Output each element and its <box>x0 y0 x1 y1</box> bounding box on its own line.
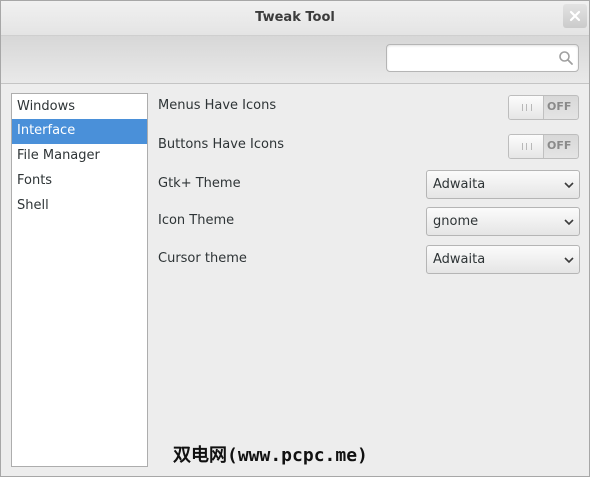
sidebar-item-file-manager[interactable]: File Manager <box>12 144 147 169</box>
dropdown-value: Adwaita <box>433 252 486 267</box>
cursor-theme-dropdown[interactable]: Adwaita <box>426 245 580 274</box>
switch-state-text: OFF <box>547 100 572 113</box>
sidebar-item-shell[interactable]: Shell <box>12 194 147 219</box>
close-button[interactable] <box>563 4 587 28</box>
tweak-tool-window: Tweak Tool Windows Interface File Manage… <box>0 0 590 477</box>
chevron-down-icon <box>564 182 574 189</box>
buttons-have-icons-label: Buttons Have Icons <box>158 137 284 152</box>
dropdown-value: gnome <box>433 214 479 229</box>
chevron-down-icon <box>564 257 574 264</box>
search-icon <box>559 51 573 65</box>
title-bar: Tweak Tool <box>1 1 589 36</box>
gtk-theme-label: Gtk+ Theme <box>158 176 241 191</box>
window-title: Tweak Tool <box>255 10 335 25</box>
search-input[interactable] <box>393 49 557 69</box>
chevron-down-icon <box>564 219 574 226</box>
icon-theme-dropdown[interactable]: gnome <box>426 207 580 236</box>
close-icon <box>569 10 581 22</box>
switch-state-text: OFF <box>547 139 572 152</box>
switch-knob[interactable] <box>509 135 544 158</box>
watermark-text: 双电网(www.pcpc.me) <box>173 445 368 466</box>
cursor-theme-label: Cursor theme <box>158 251 247 266</box>
category-sidebar: Windows Interface File Manager Fonts She… <box>11 93 148 467</box>
grip-icon <box>522 143 532 150</box>
toolbar <box>1 36 589 84</box>
gtk-theme-dropdown[interactable]: Adwaita <box>426 170 580 199</box>
menus-have-icons-switch[interactable]: OFF <box>508 95 579 120</box>
sidebar-item-windows[interactable]: Windows <box>12 95 147 120</box>
sidebar-item-interface[interactable]: Interface <box>12 119 147 144</box>
dropdown-value: Adwaita <box>433 177 486 192</box>
buttons-have-icons-switch[interactable]: OFF <box>508 134 579 159</box>
switch-knob[interactable] <box>509 96 544 119</box>
search-box[interactable] <box>386 44 579 72</box>
icon-theme-label: Icon Theme <box>158 213 235 228</box>
grip-icon <box>522 104 532 111</box>
menus-have-icons-label: Menus Have Icons <box>158 98 277 113</box>
sidebar-item-fonts[interactable]: Fonts <box>12 169 147 194</box>
